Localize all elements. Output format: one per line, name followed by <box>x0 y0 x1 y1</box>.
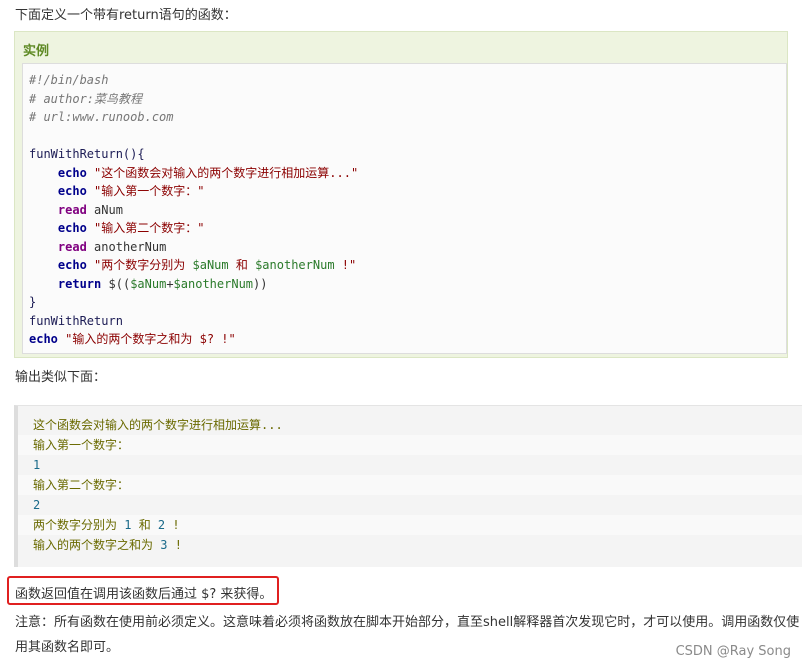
code-string: "这个函数会对输入的两个数字进行相加运算..." <box>94 165 359 180</box>
example-title: 实例 <box>23 44 50 59</box>
code-string: "输入第一个数字：" <box>94 184 205 198</box>
output-text: 和 <box>131 518 158 532</box>
output-line: 输入第一个数字： <box>18 435 802 455</box>
output-line: 2 <box>18 495 802 515</box>
output-text: ! <box>165 518 180 532</box>
code-keyword: echo <box>57 165 87 180</box>
output-text: 两个数字分别为 <box>33 518 125 532</box>
output-text: 输入第二个数字： <box>33 478 130 492</box>
output-line: 两个数字分别为 1 和 2 ! <box>18 515 802 535</box>
code-line-echo-1: echo "这个函数会对输入的两个数字进行相加运算..." <box>29 164 786 183</box>
code-string: !" <box>334 258 357 272</box>
output-number: 1 <box>33 458 41 472</box>
output-text: ! <box>167 538 182 552</box>
code-keyword: echo <box>57 184 87 198</box>
output-text: 输入的两个数字之和为 <box>33 538 161 552</box>
code-keyword: read <box>57 202 87 217</box>
code-identifier: aNum <box>94 202 123 217</box>
code-variable: $aNum <box>130 276 167 291</box>
code-line-func-open: funWithReturn(){ <box>29 147 145 161</box>
code-string: "输入的两个数字之和为 $? !" <box>65 332 236 346</box>
code-line-read-1: read aNum <box>29 201 786 220</box>
output-line: 1 <box>18 455 802 475</box>
intro-text: 下面定义一个带有return语句的函数： <box>15 8 237 23</box>
output-line: 输入的两个数字之和为 3 ! <box>18 535 802 555</box>
code-line-echo-final: echo "输入的两个数字之和为 $? !" <box>29 330 786 349</box>
code-line-func-close: } <box>29 295 37 309</box>
code-variable: $aNum <box>192 258 229 272</box>
code-string: 和 <box>228 258 256 272</box>
code-line-echo-2: echo "输入第一个数字：" <box>29 182 786 201</box>
output-number: 2 <box>33 498 41 512</box>
code-string: "输入第二个数字：" <box>94 221 205 235</box>
code-line-author: # author:菜鸟教程 <box>29 91 143 106</box>
code-keyword: echo <box>57 221 87 235</box>
output-intro-text: 输出类似下面： <box>15 370 107 385</box>
code-line-call: funWithReturn <box>29 313 123 328</box>
example-box: 实例 #!/bin/bash # author:菜鸟教程 # url:www.r… <box>14 31 788 358</box>
code-line-read-2: read anotherNum <box>29 238 786 257</box>
code-line-url: # url:www.runoob.com <box>29 110 174 124</box>
code-identifier: anotherNum <box>94 239 167 254</box>
code-operator: $(( <box>108 276 131 291</box>
output-line: 输入第二个数字： <box>18 475 802 495</box>
code-line-echo-4: echo "两个数字分别为 $aNum 和 $anotherNum !" <box>29 256 786 275</box>
code-line-shebang: #!/bin/bash <box>29 73 109 87</box>
code-variable: $anotherNum <box>173 276 254 291</box>
output-text: 这个函数会对输入的两个数字进行相加运算... <box>33 418 283 432</box>
code-keyword: return <box>57 276 102 291</box>
code-string: "两个数字分别为 <box>94 258 193 272</box>
code-operator: + <box>166 276 174 291</box>
return-value-note: 函数返回值在调用该函数后通过 $? 来获得。 <box>15 587 273 602</box>
code-keyword: echo <box>29 332 58 346</box>
output-block[interactable]: 这个函数会对输入的两个数字进行相加运算... 输入第一个数字： 1 输入第二个数… <box>14 405 802 567</box>
code-keyword: echo <box>57 258 87 272</box>
code-keyword: read <box>57 239 87 254</box>
watermark: CSDN @Ray Song <box>675 644 791 659</box>
code-operator: )) <box>253 276 268 291</box>
code-line-return: return $(($aNum+$anotherNum)) <box>29 275 786 294</box>
code-variable: $anotherNum <box>255 258 335 272</box>
code-block[interactable]: #!/bin/bash # author:菜鸟教程 # url:www.runo… <box>22 63 787 354</box>
output-text: 输入第一个数字： <box>33 438 130 452</box>
code-line-echo-3: echo "输入第二个数字：" <box>29 219 786 238</box>
output-line: 这个函数会对输入的两个数字进行相加运算... <box>18 415 802 435</box>
